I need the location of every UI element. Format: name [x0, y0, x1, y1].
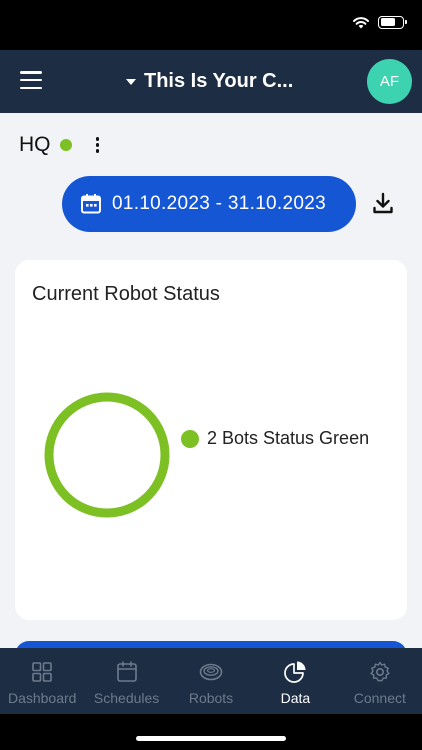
pie-chart-icon	[284, 661, 306, 683]
tab-label: Robots	[188, 690, 234, 706]
page-title: This Is Your C...	[144, 70, 294, 92]
workspace-selector[interactable]: This Is Your C...	[126, 70, 293, 93]
tab-dashboard[interactable]: Dashboard	[0, 648, 84, 714]
calendar-icon	[81, 194, 101, 214]
tab-schedules[interactable]: Schedules	[84, 648, 168, 714]
calendar-icon	[116, 661, 137, 682]
date-range-label: 01.10.2023 - 31.10.2023	[112, 193, 326, 214]
tab-label: Schedules	[93, 690, 160, 706]
bottom-tab-bar: Dashboard Schedules Robots Data Connect	[0, 648, 422, 714]
hamburger-menu-icon[interactable]	[20, 71, 42, 89]
more-options-icon[interactable]	[92, 135, 104, 155]
location-name: HQ	[19, 133, 51, 156]
card-title: Current Robot Status	[32, 283, 220, 305]
status-bar	[0, 0, 422, 50]
legend-label: 2 Bots Status Green	[207, 428, 370, 448]
wifi-icon	[353, 17, 369, 29]
download-icon[interactable]	[372, 192, 394, 216]
legend-color-dot	[181, 429, 199, 448]
app-header: This Is Your C... AF	[0, 50, 422, 113]
tab-robots[interactable]: Robots	[169, 648, 253, 714]
home-indicator[interactable]	[136, 736, 286, 741]
robot-status-card: Current Robot Status 2 Bots Status Green	[15, 260, 407, 620]
tab-connect[interactable]: Connect	[338, 648, 422, 714]
home-indicator-area	[0, 714, 422, 750]
location-row: HQ	[19, 133, 103, 157]
tab-label: Data	[280, 690, 311, 706]
tab-label: Dashboard	[7, 690, 77, 706]
robot-status-donut-chart	[44, 392, 170, 518]
caret-down-icon	[126, 78, 136, 85]
tab-data[interactable]: Data	[253, 648, 337, 714]
battery-icon	[378, 15, 407, 29]
donut-slice	[44, 392, 170, 518]
location-status-dot	[59, 139, 72, 151]
gear-icon	[370, 661, 390, 682]
status-icons	[352, 15, 407, 29]
robot-vacuum-icon	[199, 663, 223, 681]
date-range-button[interactable]: 01.10.2023 - 31.10.2023	[62, 176, 356, 232]
avatar[interactable]: AF	[367, 59, 412, 104]
dashboard-icon	[32, 662, 53, 682]
tab-label: Connect	[353, 690, 406, 706]
chart-legend: 2 Bots Status Green	[181, 428, 369, 449]
